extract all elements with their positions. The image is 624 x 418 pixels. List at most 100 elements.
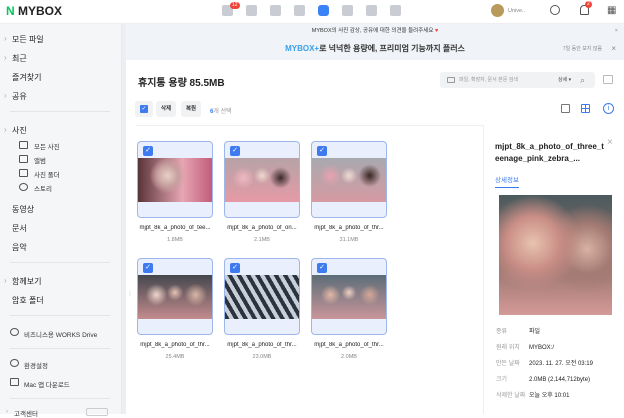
- sidebar-item-favorites[interactable]: 즐겨찾기: [12, 72, 41, 83]
- detail-value: 2.0MB (2,144,712byte): [529, 377, 591, 383]
- restore-button[interactable]: 복원: [181, 101, 201, 117]
- file-card[interactable]: ✓: [224, 141, 300, 218]
- file-thumbnail: [138, 158, 212, 202]
- promo-close-icon[interactable]: ×: [611, 38, 616, 60]
- delete-button[interactable]: 삭제: [156, 101, 176, 117]
- memo-app-icon[interactable]: [270, 5, 281, 16]
- file-checkbox[interactable]: ✓: [143, 146, 153, 156]
- folder-icon: [447, 77, 455, 83]
- divider: [10, 398, 110, 399]
- preview-image[interactable]: [499, 195, 612, 315]
- sidebar-item-settings[interactable]: 환경설정: [24, 360, 48, 370]
- hide-7-days-link[interactable]: 7일 동안 보지 않음: [563, 38, 602, 60]
- detail-row: 종류 파일: [496, 326, 540, 335]
- album-icon: [19, 155, 28, 163]
- sidebar-item-mac-download[interactable]: Mac 앱 다운로드: [24, 379, 70, 389]
- user-name[interactable]: Unive..: [508, 8, 525, 14]
- tab-detail-info[interactable]: 상세정보: [495, 174, 519, 188]
- panel-close-icon[interactable]: ×: [607, 137, 613, 148]
- bookmark-app-icon[interactable]: [390, 5, 401, 16]
- file-checkbox[interactable]: ✓: [143, 263, 153, 273]
- sidebar-item-album[interactable]: 앨범: [34, 155, 46, 165]
- list-view-icon[interactable]: [561, 104, 570, 113]
- search-detail-dropdown[interactable]: 상세 ▾: [558, 72, 571, 88]
- detail-key: 삭제한 날짜: [496, 393, 526, 399]
- contacts-app-icon[interactable]: [294, 5, 305, 16]
- mybox-app-icon[interactable]: [318, 5, 329, 16]
- home-app-icon[interactable]: [366, 5, 377, 16]
- sidebar-item-recent[interactable]: 최근: [4, 53, 27, 64]
- detail-row: 크기 2.0MB (2,144,712byte): [496, 374, 590, 383]
- file-size: 23.0MB: [252, 354, 272, 360]
- sidebar-item-all-photos[interactable]: 모든 사진: [34, 141, 60, 151]
- sidebar-item-video[interactable]: 동영상: [12, 204, 34, 215]
- file-name[interactable]: mjpt_8k_a_photo_of_on...: [222, 225, 302, 231]
- file-card[interactable]: ✓: [137, 141, 213, 218]
- sidebar: 모든 파일 최근 즐겨찾기 공유 사진 모든 사진 앨범 사진 폴더 스토리 동…: [0, 24, 122, 418]
- todo-app-icon[interactable]: [342, 5, 353, 16]
- info-icon[interactable]: i: [603, 103, 614, 114]
- help-button[interactable]: [86, 408, 108, 416]
- search-icon[interactable]: ⌕: [580, 72, 585, 88]
- sidebar-item-secure-folder[interactable]: 암호 폴더: [12, 295, 44, 306]
- sidebar-item-works-drive[interactable]: 비즈니스용 WORKS Drive: [24, 329, 97, 339]
- file-name[interactable]: mjpt_8k_a_photo_of_tee...: [135, 225, 215, 231]
- file-thumbnail: [225, 158, 299, 202]
- divider: [10, 262, 110, 263]
- file-thumbnail: [225, 275, 299, 319]
- sidebar-item-all-files[interactable]: 모든 파일: [4, 34, 44, 45]
- folder-icon: [19, 169, 28, 177]
- panel-title: mjpt_8k_a_photo_of_three_teenage_pink_ze…: [495, 142, 604, 163]
- chat-icon[interactable]: [550, 5, 560, 15]
- monitor-icon: [10, 378, 19, 386]
- file-name[interactable]: mjpt_8k_a_photo_of_thr...: [309, 225, 389, 231]
- divider: [10, 111, 110, 112]
- calendar-app-icon[interactable]: [246, 5, 257, 16]
- detail-row: 삭제한 날짜 오늘 오후 10:01: [496, 390, 569, 399]
- file-card[interactable]: ✓: [311, 258, 387, 335]
- sidebar-item-help-center[interactable]: 고객센터: [6, 408, 38, 418]
- file-name[interactable]: mjpt_8k_a_photo_of_thr...: [309, 342, 389, 348]
- file-size: 31.1MB: [339, 237, 359, 243]
- file-checkbox[interactable]: ✓: [317, 263, 327, 273]
- notice-close-icon[interactable]: ×: [615, 24, 618, 38]
- notice-bar[interactable]: MYBOX의 사진 감상, 공유에 대한 의견을 들려주세요 ♥ ×: [126, 24, 624, 38]
- sidebar-item-shared[interactable]: 공유: [4, 91, 27, 102]
- sidebar-item-photo-folder[interactable]: 사진 폴더: [34, 169, 60, 179]
- detail-value: MYBOX:/: [529, 345, 555, 351]
- detail-row: 원래 위치 MYBOX:/: [496, 342, 554, 351]
- upload-list-icon[interactable]: [603, 75, 613, 84]
- photo-icon: [19, 141, 28, 149]
- file-thumbnail: [312, 275, 386, 319]
- file-size: 2.1MB: [254, 237, 270, 243]
- mybox-logo[interactable]: N MYBOX: [6, 4, 62, 18]
- file-checkbox[interactable]: ✓: [230, 263, 240, 273]
- file-checkbox[interactable]: ✓: [230, 146, 240, 156]
- sidebar-scrollbar[interactable]: [122, 24, 126, 414]
- detail-value: 2023. 11. 27. 오전 03:19: [529, 361, 593, 367]
- selected-count: 6개 선택: [210, 109, 232, 115]
- select-all-checkbox[interactable]: ✓: [135, 101, 153, 117]
- search-placeholder: 파일, 확장자, 문서 본문 검색: [459, 77, 518, 83]
- avatar[interactable]: [491, 4, 504, 17]
- sidebar-item-music[interactable]: 음악: [12, 242, 27, 253]
- detail-value: 파일: [529, 329, 541, 335]
- file-name[interactable]: mjpt_8k_a_photo_of_thr...: [135, 342, 215, 348]
- promo-banner[interactable]: MYBOX+로 넉넉한 용량에, 프리미엄 기능까지 플러스 7일 동안 보지 …: [126, 38, 624, 60]
- file-checkbox[interactable]: ✓: [317, 146, 327, 156]
- file-card[interactable]: ✓: [311, 141, 387, 218]
- grid-view-icon[interactable]: [581, 104, 590, 113]
- resize-handle-icon[interactable]: ⋮: [127, 290, 133, 297]
- top-header: N MYBOX 12 Unive.. 2 ▦: [0, 0, 624, 24]
- sidebar-item-documents[interactable]: 문서: [12, 223, 27, 234]
- sidebar-item-watch-together[interactable]: 함께보기: [4, 276, 42, 287]
- file-card[interactable]: ✓: [137, 258, 213, 335]
- sidebar-item-story[interactable]: 스토리: [34, 183, 52, 193]
- file-name[interactable]: mjpt_8k_a_photo_of_thr...: [222, 342, 302, 348]
- sidebar-item-photos[interactable]: 사진: [4, 125, 27, 136]
- divider: [10, 315, 110, 316]
- story-icon: [19, 183, 28, 191]
- apps-grid-icon[interactable]: ▦: [607, 5, 616, 16]
- file-card[interactable]: ✓: [224, 258, 300, 335]
- search-input[interactable]: 파일, 확장자, 문서 본문 검색 상세 ▾ ⌕: [440, 72, 595, 88]
